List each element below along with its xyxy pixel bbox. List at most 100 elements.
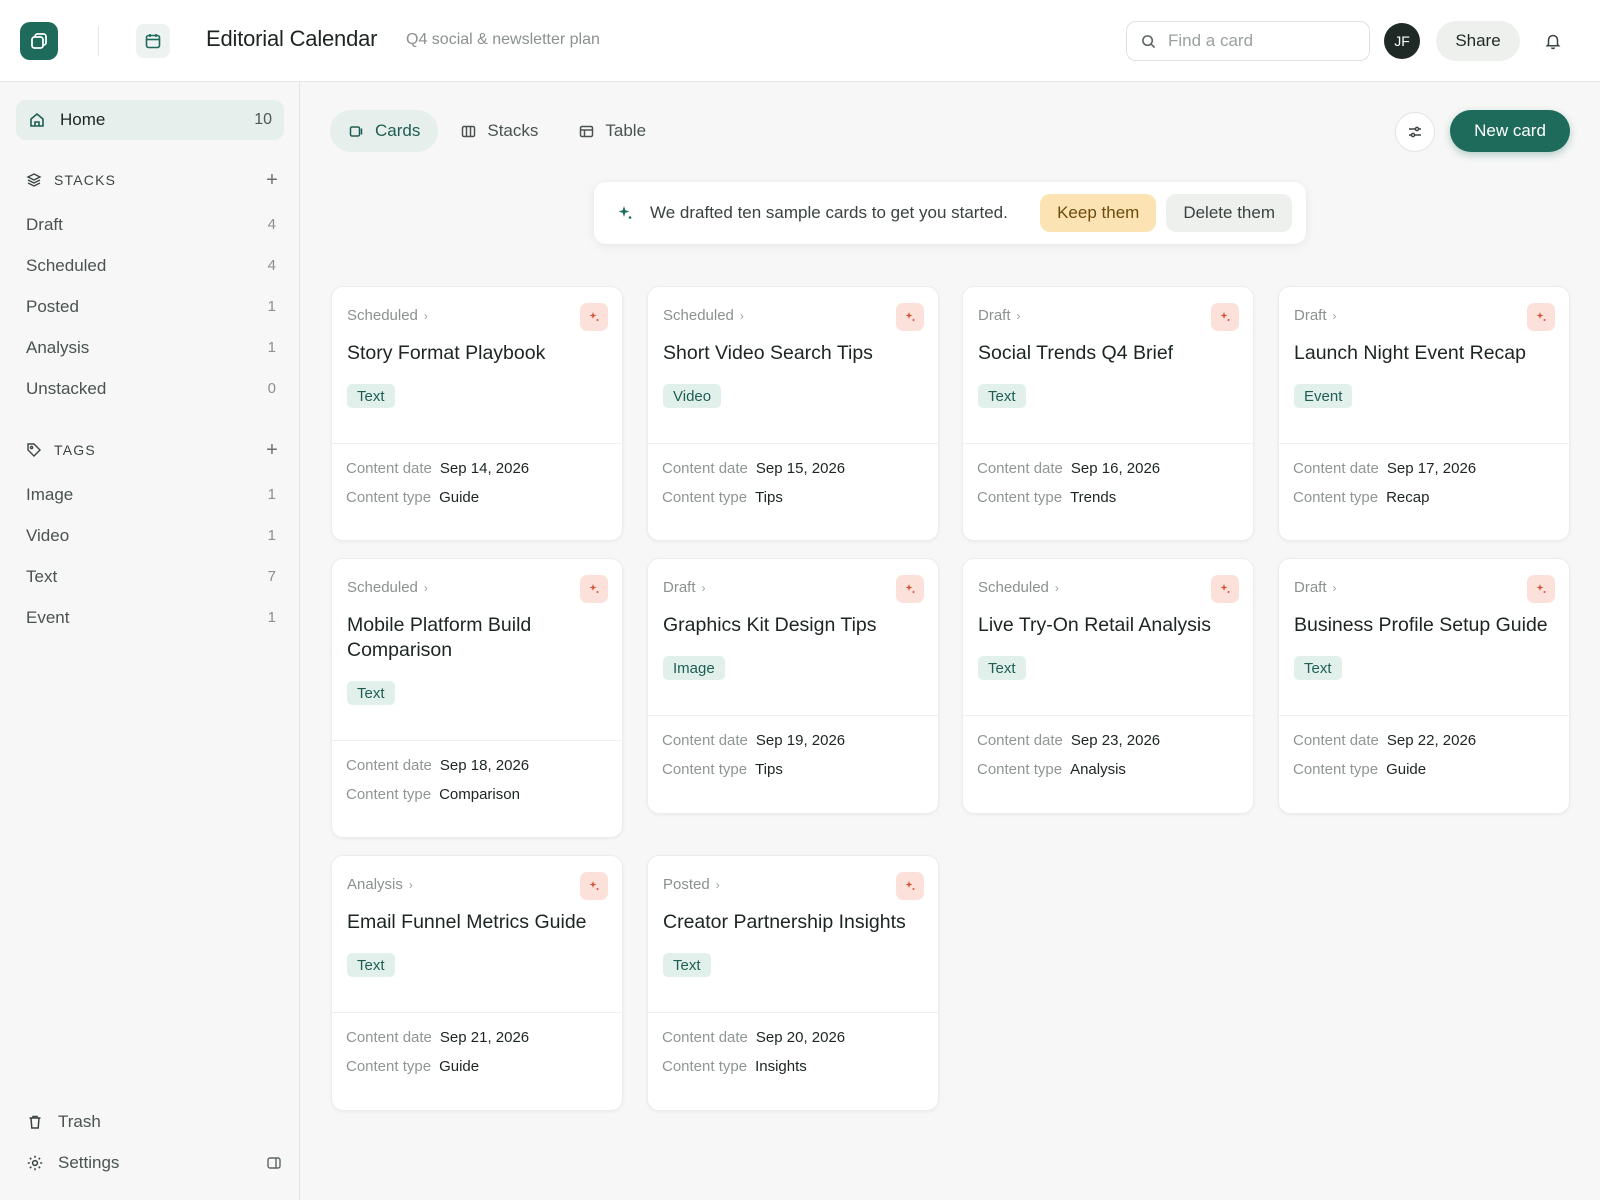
trash-icon <box>29 1115 41 1129</box>
filter-button[interactable] <box>1395 112 1435 152</box>
sparkle-icon[interactable] <box>896 575 924 603</box>
chevron-right-icon: › <box>423 308 428 323</box>
sidebar-item-analysis[interactable]: Analysis 1 <box>26 327 276 368</box>
view-tabs: Cards Stacks Table <box>330 110 668 152</box>
sparkle-icon[interactable] <box>896 872 924 900</box>
sidebar-item-image[interactable]: Image 1 <box>26 474 276 515</box>
share-button[interactable]: Share <box>1436 21 1520 61</box>
new-card-button[interactable]: New card <box>1450 110 1570 152</box>
sparkle-icon <box>618 206 632 219</box>
card-stack-link[interactable]: Draft › <box>663 579 706 596</box>
sidebar-item-event[interactable]: Event 1 <box>26 597 276 638</box>
card-divider <box>332 740 622 741</box>
calendar-icon[interactable] <box>136 24 170 58</box>
sidebar-item-count: 4 <box>267 216 276 233</box>
card[interactable]: Scheduled › Live Try-On Retail Analysis T… <box>962 558 1254 814</box>
card-title: Business Profile Setup Guide <box>1294 614 1548 636</box>
card-content-date: Content date Sep 23, 2026 <box>977 732 1161 749</box>
keep-them-button[interactable]: Keep them <box>1040 194 1157 232</box>
card-tag: Text <box>347 953 395 977</box>
sidebar-item-settings[interactable]: Settings <box>26 1148 282 1178</box>
sidebar-item-scheduled[interactable]: Scheduled 4 <box>26 245 276 286</box>
sidebar-item-trash[interactable]: Trash <box>26 1107 282 1137</box>
card-content-date: Content date Sep 15, 2026 <box>662 460 846 477</box>
search-input[interactable] <box>1168 31 1348 51</box>
card-stack-link[interactable]: Draft › <box>1294 307 1337 324</box>
tags-list: Image 1 Video 1 Text 7 Event 1 <box>26 474 276 638</box>
sidebar-item-posted[interactable]: Posted 1 <box>26 286 276 327</box>
tab-cards[interactable]: Cards <box>330 110 439 152</box>
card-content-type: Content type Insights <box>662 1058 807 1075</box>
card-content-type: Content type Guide <box>346 1058 480 1075</box>
collapse-sidebar-icon[interactable] <box>266 1155 282 1171</box>
card-stack-link[interactable]: Draft › <box>1294 579 1337 596</box>
card-content-date: Content date Sep 14, 2026 <box>346 460 530 477</box>
stacks-list: Draft 4 Scheduled 4 Posted 1 Analysis 1 Unst… <box>26 204 276 409</box>
card-divider <box>963 443 1253 444</box>
card[interactable]: Draft › Graphics Kit Design Tips Image Co… <box>647 558 939 814</box>
sidebar-item-count: 1 <box>267 486 276 503</box>
table-icon <box>580 125 594 137</box>
tab-table[interactable]: Table <box>560 110 664 152</box>
sidebar-item-unstacked[interactable]: Unstacked 0 <box>26 368 276 409</box>
card-divider <box>648 715 938 716</box>
card[interactable]: Scheduled › Mobile Platform Build Compari… <box>331 558 623 838</box>
sparkle-icon[interactable] <box>1527 575 1555 603</box>
columns-icon <box>462 125 476 137</box>
card-stack-link[interactable]: Scheduled › <box>347 307 428 324</box>
app-logo[interactable] <box>20 22 58 60</box>
sidebar-item-label: Home <box>60 110 106 129</box>
sidebar-item-count: 1 <box>267 527 276 544</box>
card[interactable]: Draft › Launch Night Event Recap Event Co… <box>1278 286 1570 541</box>
search-box[interactable] <box>1126 21 1370 61</box>
sidebar-item-label: Unstacked <box>26 378 107 398</box>
add-stack-icon[interactable]: + <box>262 169 282 192</box>
card-content-date: Content date Sep 16, 2026 <box>977 460 1161 477</box>
card-content-type: Content type Trends <box>977 489 1117 506</box>
avatar[interactable]: JF <box>1384 23 1420 59</box>
tags-section-header: TAGS + <box>26 438 282 462</box>
card[interactable]: Posted › Creator Partnership Insights Tex… <box>647 855 939 1111</box>
sparkle-icon[interactable] <box>896 303 924 331</box>
sidebar-item-label: Trash <box>58 1112 101 1131</box>
card-divider <box>648 1012 938 1013</box>
sidebar-item-label: Settings <box>58 1153 120 1172</box>
sparkle-icon[interactable] <box>580 575 608 603</box>
tag-icon <box>27 443 41 457</box>
card-stack-link[interactable]: Posted › <box>663 876 720 893</box>
chevron-right-icon: › <box>408 877 413 892</box>
sidebar-item-text[interactable]: Text 7 <box>26 556 276 597</box>
card-stack-link[interactable]: Scheduled › <box>663 307 744 324</box>
sparkle-icon[interactable] <box>1211 575 1239 603</box>
card[interactable]: Scheduled › Story Format Playbook Text Co… <box>331 286 623 541</box>
tab-stacks[interactable]: Stacks <box>442 110 556 152</box>
sidebar-item-draft[interactable]: Draft 4 <box>26 204 276 245</box>
sparkle-icon[interactable] <box>1527 303 1555 331</box>
card[interactable]: Analysis › Email Funnel Metrics Guide Tex… <box>331 855 623 1111</box>
card[interactable]: Scheduled › Short Video Search Tips Video… <box>647 286 939 541</box>
sparkle-icon[interactable] <box>1211 303 1239 331</box>
sidebar-item-video[interactable]: Video 1 <box>26 515 276 556</box>
delete-them-button[interactable]: Delete them <box>1166 194 1292 232</box>
card-tag: Text <box>978 384 1026 408</box>
add-tag-icon[interactable]: + <box>262 439 282 462</box>
card[interactable]: Draft › Business Profile Setup Guide Text… <box>1278 558 1570 814</box>
card-stack-link[interactable]: Scheduled › <box>978 579 1059 596</box>
sidebar-item-count: 7 <box>267 568 276 585</box>
sidebar-item-count: 1 <box>267 339 276 356</box>
card-divider <box>648 443 938 444</box>
tab-label: Stacks <box>487 121 539 140</box>
sidebar-item-home[interactable]: Home 10 <box>16 100 284 140</box>
tags-heading: TAGS <box>54 442 96 458</box>
card-tag: Text <box>1294 656 1342 680</box>
sparkle-icon[interactable] <box>580 303 608 331</box>
bell-icon[interactable] <box>1540 28 1566 54</box>
header-divider <box>98 26 99 56</box>
card-stack-link[interactable]: Analysis › <box>347 876 413 893</box>
sidebar-item-label: Video <box>26 525 70 545</box>
card-title: Short Video Search Tips <box>663 342 873 364</box>
card-stack-link[interactable]: Draft › <box>978 307 1021 324</box>
sparkle-icon[interactable] <box>580 872 608 900</box>
card[interactable]: Draft › Social Trends Q4 Brief Text Conte… <box>962 286 1254 541</box>
card-stack-link[interactable]: Scheduled › <box>347 579 428 596</box>
